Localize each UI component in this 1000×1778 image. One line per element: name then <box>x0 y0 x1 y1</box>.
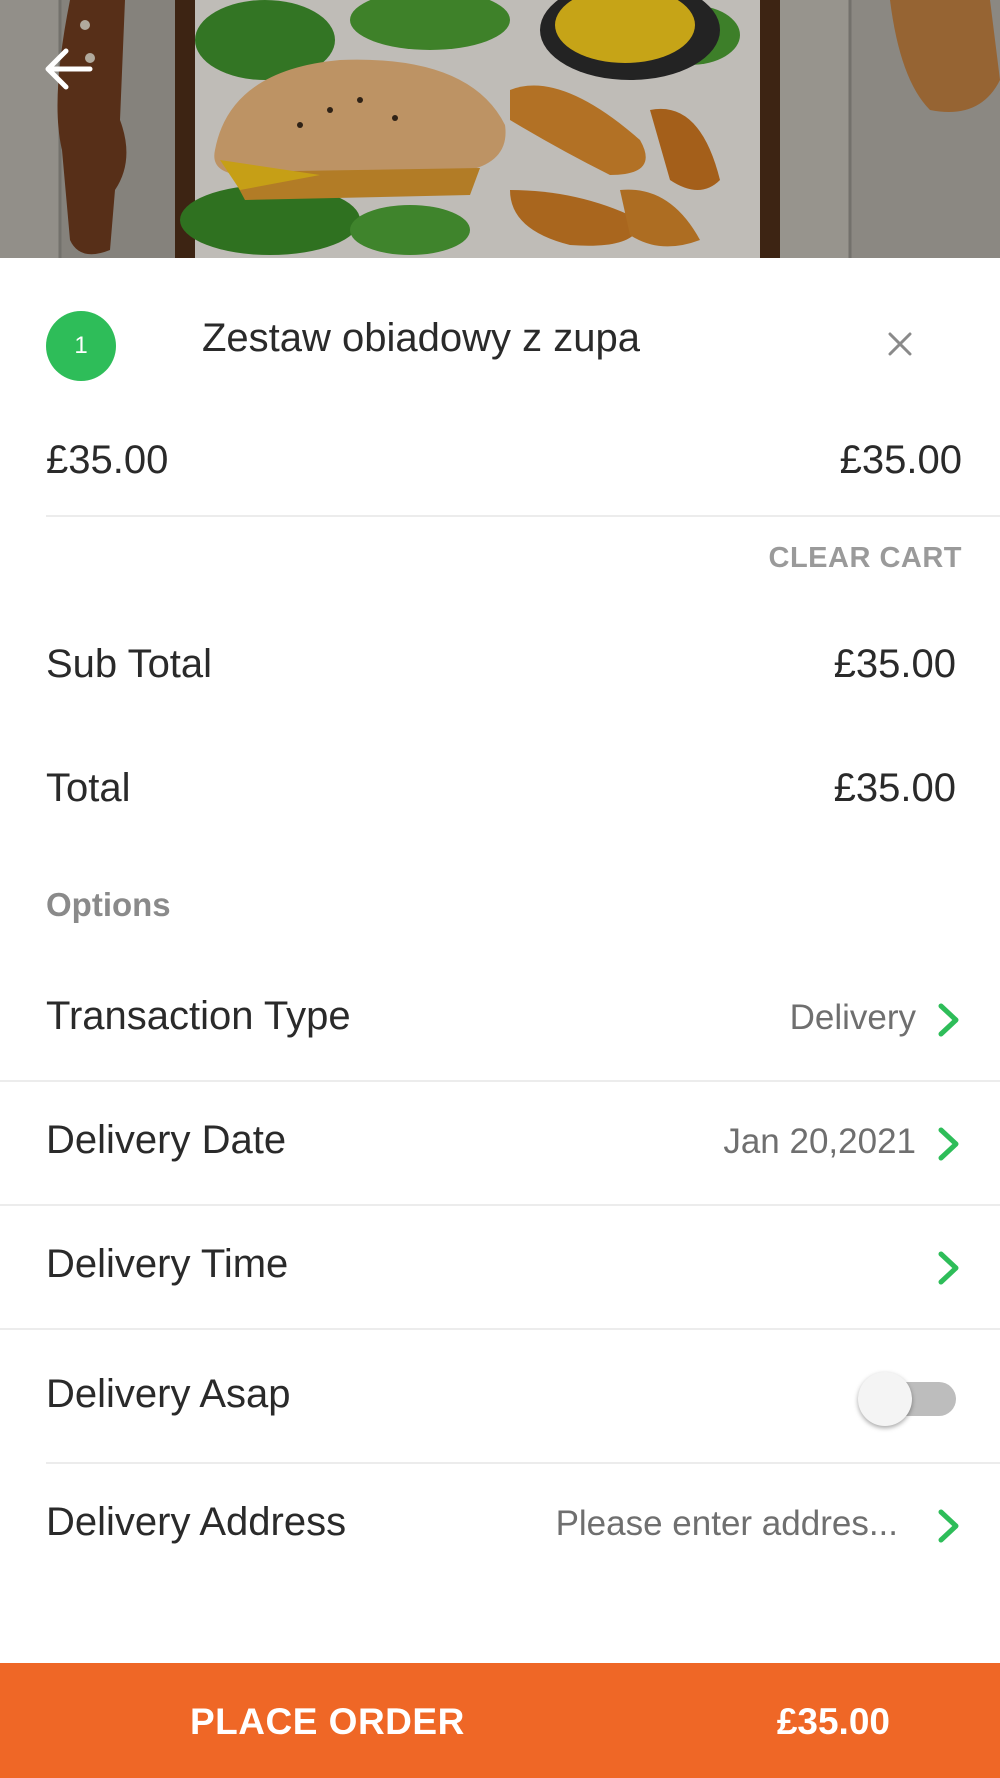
cart-item: 1 Zestaw obiadowy z zupa £35.00 £35.00 <box>0 258 1000 518</box>
place-order-label: PLACE ORDER <box>190 1701 465 1742</box>
subtotal-value: £35.00 <box>833 642 956 686</box>
delivery-asap-row: Delivery Asap <box>0 1330 1000 1464</box>
cart-sheet: 1 Zestaw obiadowy z zupa £35.00 £35.00 C… <box>0 258 1000 1778</box>
options-heading: Options <box>46 886 171 923</box>
item-unit-price: £35.00 <box>46 438 169 482</box>
chevron-right-icon <box>938 1127 959 1161</box>
chevron-right-icon <box>938 1003 959 1037</box>
delivery-date-label: Delivery Date <box>46 1118 287 1162</box>
place-order-button[interactable]: PLACE ORDER £35.00 <box>0 1663 1000 1778</box>
delivery-date-value: Jan 20,2021 <box>723 1122 916 1161</box>
transaction-type-row[interactable]: Transaction Type Delivery <box>0 958 1000 1082</box>
total-value: £35.00 <box>833 766 956 810</box>
total-label: Total <box>46 766 131 810</box>
subtotal-label: Sub Total <box>46 642 213 686</box>
delivery-asap-label: Delivery Asap <box>46 1372 291 1416</box>
remove-item-button[interactable] <box>880 324 920 364</box>
total-row: Total £35.00 <box>46 766 956 811</box>
delivery-time-label: Delivery Time <box>46 1242 289 1286</box>
back-button[interactable] <box>42 46 96 92</box>
delivery-address-label: Delivery Address <box>46 1500 347 1544</box>
transaction-type-value: Delivery <box>789 998 916 1037</box>
arrow-left-icon <box>45 48 93 90</box>
toggle-knob <box>858 1372 912 1426</box>
chevron-right-icon <box>938 1509 959 1543</box>
header-food-image <box>0 0 1000 258</box>
delivery-address-placeholder: Please enter addres... <box>555 1504 898 1543</box>
quantity-badge: 1 <box>46 311 116 381</box>
delivery-date-row[interactable]: Delivery Date Jan 20,2021 <box>0 1082 1000 1206</box>
clear-cart-button[interactable]: CLEAR CART <box>769 542 963 575</box>
delivery-address-row[interactable]: Delivery Address Please enter addres... <box>0 1464 1000 1588</box>
transaction-type-label: Transaction Type <box>46 994 351 1038</box>
item-line-price: £35.00 <box>839 438 962 482</box>
item-name: Zestaw obiadowy z zupa <box>202 316 641 360</box>
close-icon <box>888 332 912 356</box>
delivery-asap-toggle[interactable] <box>858 1372 958 1426</box>
image-overlay <box>0 0 1000 258</box>
place-order-amount: £35.00 <box>776 1701 890 1742</box>
divider <box>46 515 1000 517</box>
chevron-right-icon <box>938 1251 959 1285</box>
subtotal-row: Sub Total £35.00 <box>46 642 956 687</box>
delivery-time-row[interactable]: Delivery Time <box>0 1206 1000 1330</box>
